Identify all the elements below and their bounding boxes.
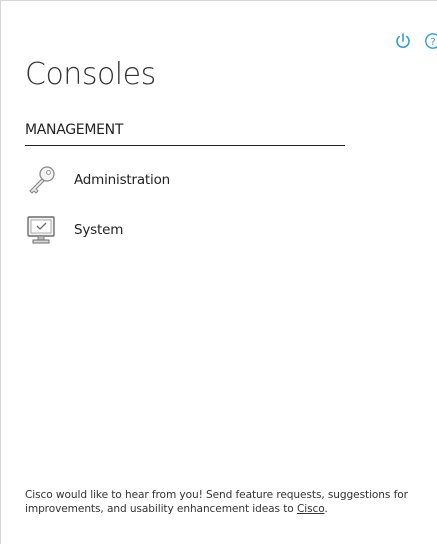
feedback-trailing: . (324, 502, 328, 515)
menu-item-administration[interactable]: Administration (25, 163, 170, 197)
top-icon-bar: ? (393, 31, 437, 51)
feedback-text: Cisco would like to hear from you! Send … (25, 489, 408, 515)
key-icon (25, 163, 61, 197)
section-header-management: MANAGEMENT (25, 122, 345, 146)
feedback-footer: Cisco would like to hear from you! Send … (25, 489, 437, 516)
console-menu: Administration System (25, 163, 170, 263)
help-icon[interactable]: ? (423, 31, 437, 51)
page-title: Consoles (25, 57, 156, 92)
menu-item-system[interactable]: System (25, 213, 170, 247)
consoles-panel: ? Consoles MANAGEMENT Administration Sys… (0, 0, 437, 544)
power-icon[interactable] (393, 31, 413, 51)
svg-text:?: ? (430, 37, 435, 48)
menu-item-label: System (74, 222, 124, 238)
cisco-feedback-link[interactable]: Cisco (297, 503, 325, 515)
monitor-icon (25, 213, 61, 247)
menu-item-label: Administration (74, 172, 170, 188)
